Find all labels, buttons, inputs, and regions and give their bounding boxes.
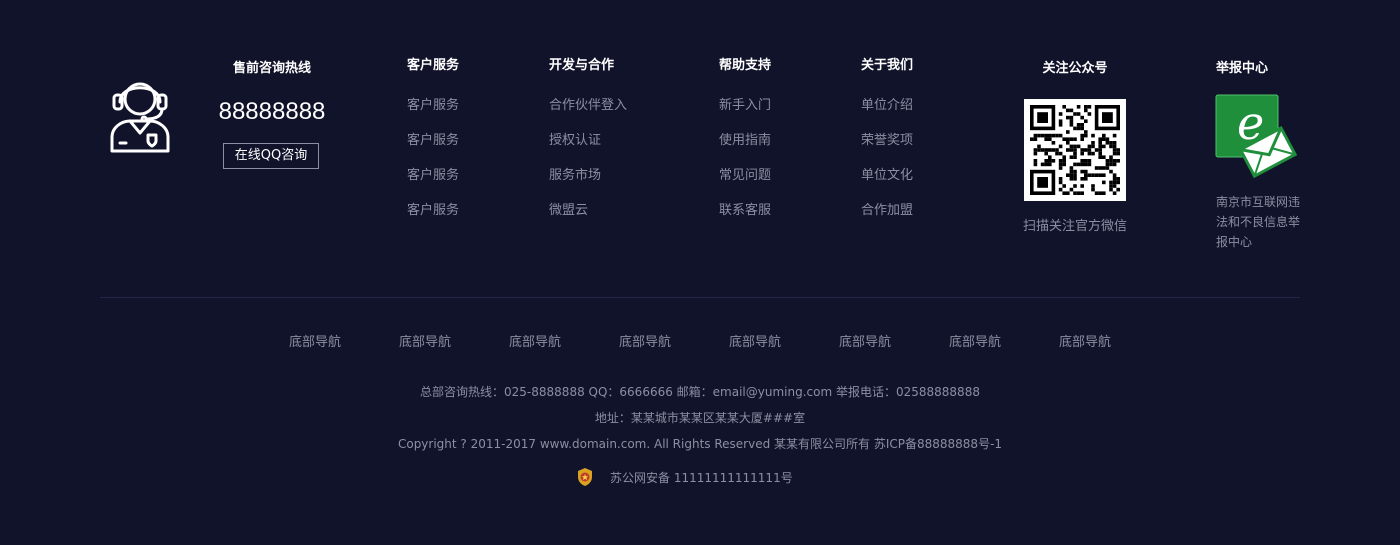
footer-link[interactable]: 客户服务 [407,202,459,220]
footer-link[interactable]: 荣誉奖项 [861,132,913,150]
bottom-navigation: 底部导航 底部导航 底部导航 底部导航 底部导航 底部导航 底部导航 底部导航 [0,334,1400,354]
contact-info: 总部咨询热线：025-8888888 QQ：6666666 邮箱：email@y… [420,385,980,399]
police-badge-icon [578,468,592,486]
footer-link[interactable]: 单位介绍 [861,97,913,115]
address-info: 地址：某某城市某某区某某大厦###室 [594,411,806,425]
footer-column-customer-service: 客户服务 客户服务 客户服务 客户服务 客户服务 [407,57,459,237]
footer-link[interactable]: 服务市场 [549,167,627,185]
footer-link[interactable]: 使用指南 [719,132,771,150]
email-report-icon[interactable]: e [1215,94,1297,178]
footer-link[interactable]: 新手入门 [719,97,771,115]
footer-link[interactable]: 联系客服 [719,202,771,220]
report-center-title: 举报中心 [1216,61,1269,76]
footer-link[interactable]: 授权认证 [549,132,627,150]
footer-link[interactable]: 合作伙伴登入 [549,97,627,115]
footer-column-development: 开发与合作 合作伙伴登入 授权认证 服务市场 微盟云 [549,57,627,237]
bottom-nav-link[interactable]: 底部导航 [715,334,795,352]
column-title: 帮助支持 [719,58,772,73]
bottom-nav-link[interactable]: 底部导航 [935,334,1015,352]
police-record-text: 苏公网安备 11111111111111号 [610,471,793,485]
bottom-nav-link[interactable]: 底部导航 [385,334,465,352]
footer-link[interactable]: 客户服务 [407,97,459,115]
bottom-nav-link[interactable]: 底部导航 [825,334,905,352]
column-title: 客户服务 [407,58,460,73]
bottom-nav-link[interactable]: 底部导航 [275,334,355,352]
hotline-title: 售前咨询热线 [232,61,311,76]
wechat-caption: 扫描关注官方微信 [1022,219,1127,234]
footer-link[interactable]: 微盟云 [549,202,627,220]
copyright-info: Copyright ? 2011-2017 www.domain.com. Al… [397,437,1003,451]
qq-consult-button[interactable]: 在线QQ咨询 [223,143,319,169]
footer-link[interactable]: 合作加盟 [861,202,913,220]
hotline-number: 88888888 [218,98,326,125]
footer-column-help: 帮助支持 新手入门 使用指南 常见问题 联系客服 [719,57,771,237]
bottom-nav-link[interactable]: 底部导航 [1045,334,1125,352]
footer-column-about: 关于我们 单位介绍 荣誉奖项 单位文化 合作加盟 [861,57,913,237]
report-center-caption: 南京市互联网违法和不良信息举报中心 [1216,195,1301,249]
bottom-nav-link[interactable]: 底部导航 [495,334,575,352]
footer-link[interactable]: 客户服务 [407,167,459,185]
bottom-nav-link[interactable]: 底部导航 [605,334,685,352]
wechat-title: 关注公众号 [1042,61,1108,76]
footer-link[interactable]: 常见问题 [719,167,771,185]
footer-divider [100,297,1300,298]
column-title: 开发与合作 [549,58,615,73]
footer-link[interactable]: 单位文化 [861,167,913,185]
column-title: 关于我们 [861,58,914,73]
customer-service-headset-icon [110,82,170,153]
footer-link[interactable]: 客户服务 [407,132,459,150]
site-footer: 售前咨询热线 88888888 在线QQ咨询 客户服务 客户服务 客户服务 客户… [0,0,1400,545]
wechat-qr-code [1024,99,1126,201]
